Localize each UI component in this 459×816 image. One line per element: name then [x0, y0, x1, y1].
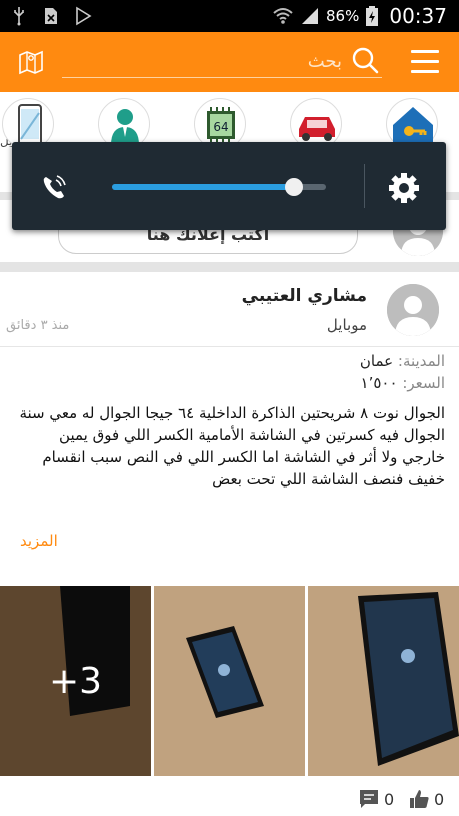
- photo-thumbnail[interactable]: +3: [0, 586, 151, 776]
- app-bar: [0, 32, 459, 92]
- city-label: المدينة:: [397, 352, 445, 370]
- post-time: منذ ٣ دقائق: [6, 318, 70, 333]
- post-card[interactable]: مشاري العتيبي موبايل منذ ٣ دقائق المدينة…: [0, 272, 459, 816]
- price-label: السعر:: [402, 374, 445, 392]
- photo-grid: +3: [0, 586, 459, 776]
- search-icon[interactable]: [350, 46, 380, 76]
- divider: [0, 262, 459, 272]
- search-input[interactable]: [82, 47, 342, 75]
- volume-popup: [12, 142, 446, 230]
- map-icon[interactable]: [18, 49, 44, 75]
- extra-photos-count[interactable]: +3: [0, 586, 151, 776]
- post-actions: 0 0: [0, 786, 459, 816]
- status-bar: 86% 00:37: [0, 0, 459, 32]
- city-row: المدينة: عمان: [360, 352, 445, 370]
- price-value: ١٬٥٠٠: [360, 374, 398, 392]
- divider: [0, 346, 459, 347]
- search-bar: [62, 44, 382, 78]
- battery-charging-icon: [366, 6, 379, 26]
- photo-thumbnail[interactable]: [308, 586, 459, 776]
- divider: [364, 164, 365, 208]
- like-action[interactable]: 0: [408, 788, 444, 810]
- usb-icon: [14, 7, 24, 26]
- photo-thumbnail[interactable]: [154, 586, 305, 776]
- volume-slider-thumb[interactable]: [284, 178, 303, 196]
- battery-percent: 86%: [326, 7, 360, 25]
- likes-count: 0: [434, 789, 445, 809]
- comment-icon: [360, 790, 378, 808]
- comments-count: 0: [384, 789, 395, 809]
- clock: 00:37: [389, 4, 447, 28]
- post-description: الجوال نوت ٨ شريحتين الذاكرة الداخلية ٦٤…: [19, 404, 445, 488]
- more-link[interactable]: المزيد: [20, 532, 58, 550]
- thumbs-up-icon: [410, 790, 429, 808]
- post-category: موبايل: [326, 316, 367, 334]
- play-store-icon: [76, 6, 92, 26]
- wifi-icon: [273, 8, 293, 24]
- author-avatar[interactable]: [387, 284, 439, 336]
- call-volume-icon: [43, 175, 66, 199]
- city-value: عمان: [359, 352, 394, 370]
- signal-icon: [302, 8, 319, 24]
- volume-slider-fill: [112, 184, 294, 190]
- sim-off-icon: [45, 8, 57, 24]
- svg-text:64: 64: [213, 120, 228, 134]
- volume-slider[interactable]: [112, 178, 326, 196]
- comment-action[interactable]: 0: [358, 788, 394, 810]
- settings-gear-icon[interactable]: [388, 172, 420, 204]
- menu-icon[interactable]: [411, 50, 439, 74]
- price-row: السعر: ١٬٥٠٠: [361, 374, 445, 392]
- author-name[interactable]: مشاري العتيبي: [242, 286, 367, 306]
